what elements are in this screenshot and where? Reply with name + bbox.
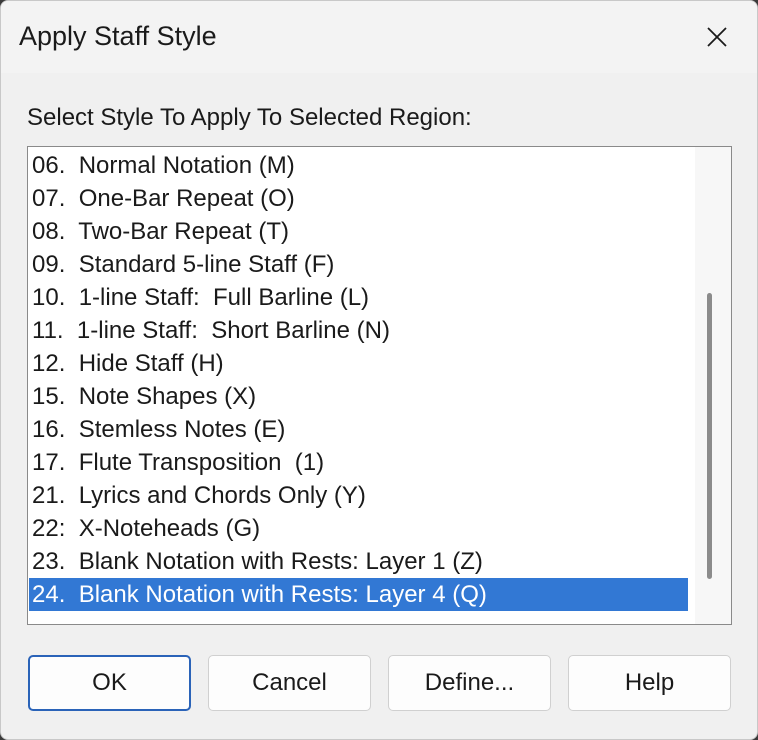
list-item[interactable]: 11. 1-line Staff: Short Barline (N) [29, 314, 688, 347]
staff-style-list: 06. Normal Notation (M) 07. One-Bar Repe… [29, 149, 688, 611]
scrollbar-thumb[interactable] [707, 293, 712, 579]
close-button[interactable] [691, 13, 743, 61]
list-item[interactable]: 17. Flute Transposition (1) [29, 446, 688, 479]
list-item[interactable]: 06. Normal Notation (M) [29, 149, 688, 182]
help-button[interactable]: Help [568, 655, 731, 711]
define-button[interactable]: Define... [388, 655, 551, 711]
select-style-label: Select Style To Apply To Selected Region… [27, 104, 472, 131]
list-item[interactable]: 15. Note Shapes (X) [29, 380, 688, 413]
ok-button[interactable]: OK [28, 655, 191, 711]
list-item[interactable]: 22: X-Noteheads (G) [29, 512, 688, 545]
cancel-button[interactable]: Cancel [208, 655, 371, 711]
list-item[interactable]: 16. Stemless Notes (E) [29, 413, 688, 446]
list-item[interactable]: 09. Standard 5-line Staff (F) [29, 248, 688, 281]
vertical-scrollbar[interactable] [695, 147, 731, 624]
close-icon [707, 27, 727, 47]
list-item[interactable]: 08. Two-Bar Repeat (T) [29, 215, 688, 248]
list-item[interactable]: 23. Blank Notation with Rests: Layer 1 (… [29, 545, 688, 578]
list-item[interactable]: 21. Lyrics and Chords Only (Y) [29, 479, 688, 512]
apply-staff-style-dialog: Apply Staff Style Select Style To Apply … [0, 0, 758, 740]
dialog-title: Apply Staff Style [19, 21, 217, 51]
staff-style-listbox[interactable]: 06. Normal Notation (M) 07. One-Bar Repe… [27, 146, 732, 625]
list-item[interactable]: 12. Hide Staff (H) [29, 347, 688, 380]
list-item[interactable]: 10. 1-line Staff: Full Barline (L) [29, 281, 688, 314]
list-item[interactable]: 07. One-Bar Repeat (O) [29, 182, 688, 215]
list-item-selected[interactable]: 24. Blank Notation with Rests: Layer 4 (… [29, 578, 688, 611]
title-bar: Apply Staff Style [1, 1, 757, 73]
